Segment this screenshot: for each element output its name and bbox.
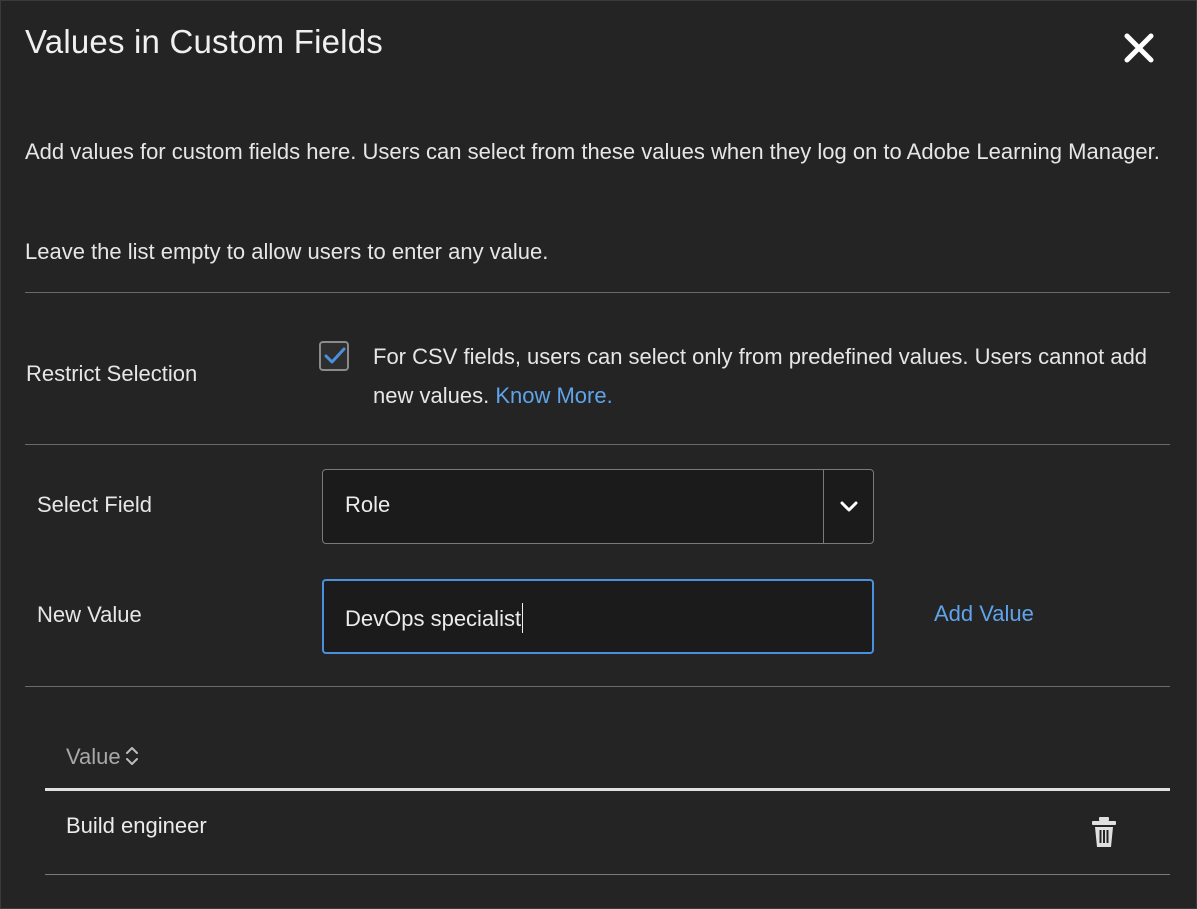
dialog-hint: Leave the list empty to allow users to e… — [25, 239, 549, 264]
checkmark-icon — [324, 347, 346, 364]
dropdown-separator — [823, 470, 824, 543]
custom-fields-dialog: Values in Custom Fields Add values for c… — [0, 0, 1197, 909]
table-header-rule — [45, 788, 1170, 791]
section-divider — [25, 444, 1170, 445]
know-more-link[interactable]: Know More. — [495, 383, 612, 408]
new-value-label: New Value — [37, 602, 142, 627]
restrict-selection-label: Restrict Selection — [26, 361, 198, 386]
section-divider — [25, 292, 1170, 293]
new-value-input-text: DevOps specialist — [345, 606, 522, 631]
new-value-text: DevOps specialist — [345, 603, 524, 633]
table-row-value: Build engineer — [66, 813, 207, 838]
dialog-title: Values in Custom Fields — [25, 23, 383, 60]
restrict-selection-checkbox[interactable] — [319, 341, 349, 371]
section-divider — [25, 686, 1170, 687]
text-caret — [522, 603, 524, 633]
trash-icon — [1092, 817, 1116, 847]
dialog-description: Add values for custom fields here. Users… — [25, 139, 1160, 164]
select-field-label: Select Field — [37, 492, 152, 517]
close-button[interactable] — [1119, 28, 1159, 68]
delete-row-button[interactable] — [1091, 816, 1117, 853]
value-column-header[interactable]: Value — [66, 744, 139, 770]
restrict-description: For CSV fields, users can select only fr… — [373, 344, 1148, 408]
close-icon — [1124, 33, 1154, 63]
select-field-dropdown[interactable]: Role — [322, 469, 874, 544]
chevron-down-icon[interactable] — [838, 497, 860, 517]
sort-icon[interactable] — [125, 745, 139, 767]
value-column-label: Value — [66, 744, 121, 769]
add-value-button[interactable]: Add Value — [934, 601, 1034, 627]
new-value-input[interactable]: DevOps specialist — [322, 579, 874, 654]
select-field-value: Role — [345, 492, 391, 517]
table-row-rule — [45, 874, 1170, 875]
restrict-selection-text: For CSV fields, users can select only fr… — [373, 337, 1163, 415]
